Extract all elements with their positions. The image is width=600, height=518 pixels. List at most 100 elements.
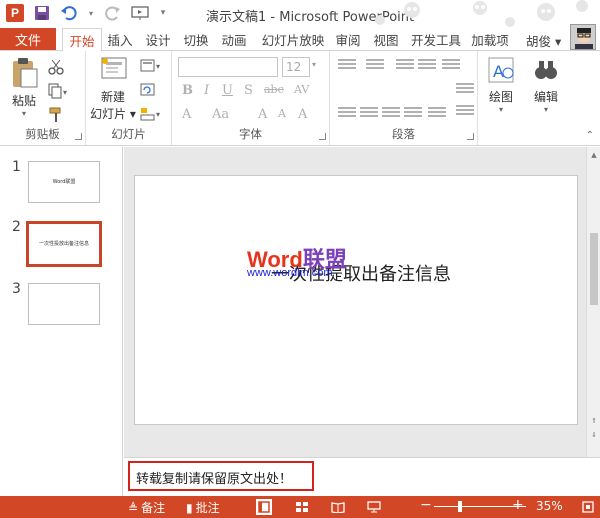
- shadow-icon[interactable]: S: [244, 83, 253, 98]
- slide-thumbnail-pane: 1 Word联盟 2 一次性投放出备注信息 3: [0, 147, 123, 496]
- layout-icon[interactable]: ▾: [140, 59, 160, 73]
- group-clipboard: 粘贴 ▾ ▾ 剪贴板: [0, 51, 86, 145]
- bold-icon[interactable]: B: [182, 83, 193, 98]
- decrease-font-icon[interactable]: A: [278, 107, 286, 120]
- tab-view[interactable]: 视图: [370, 28, 402, 50]
- avatar[interactable]: [570, 24, 596, 50]
- title-bar: P ▾ ▾ 演示文稿1 - Microsoft PowerPoint: [0, 0, 600, 28]
- font-size-dropdown-icon[interactable]: ▾: [312, 60, 316, 69]
- font-launcher-icon[interactable]: [319, 133, 326, 140]
- zoom-in-icon[interactable]: +: [512, 497, 524, 513]
- font-color-icon[interactable]: A: [182, 107, 191, 122]
- slide-number: 1: [12, 159, 21, 175]
- strikethrough-icon[interactable]: abc: [264, 83, 284, 96]
- underline-icon[interactable]: U: [222, 83, 233, 98]
- numbering-icon[interactable]: [366, 59, 384, 73]
- group-slides: 新建 幻灯片 ▾ ▾ ▾ 幻灯片: [86, 51, 172, 145]
- clear-formatting-icon[interactable]: A: [298, 107, 307, 122]
- paste-button[interactable]: 粘贴 ▾: [6, 57, 42, 118]
- comments-toggle-button[interactable]: ▮ 批注: [186, 499, 220, 516]
- shapes-icon: A: [488, 57, 514, 83]
- justify-icon[interactable]: [404, 107, 422, 121]
- tab-animations[interactable]: 动画: [218, 28, 250, 50]
- editing-label: 编辑: [533, 90, 558, 104]
- decrease-indent-icon[interactable]: [396, 59, 414, 73]
- vertical-scrollbar[interactable]: ▲ ⇑ ⇓: [586, 147, 600, 457]
- svg-text:▾: ▾: [63, 88, 67, 97]
- slide-thumbnail[interactable]: [28, 283, 100, 325]
- align-left-icon[interactable]: [338, 107, 356, 121]
- zoom-level[interactable]: 35%: [536, 499, 563, 513]
- notes-pane[interactable]: 转载复制请保留原文出处！: [124, 457, 600, 496]
- tab-insert[interactable]: 插入: [104, 28, 136, 50]
- align-text-icon[interactable]: [456, 105, 474, 119]
- tab-review[interactable]: 审阅: [332, 28, 364, 50]
- format-painter-icon[interactable]: [48, 107, 64, 122]
- quick-access-toolbar: P ▾ ▾: [6, 4, 168, 22]
- slideshow-view-icon[interactable]: [366, 499, 382, 515]
- align-right-icon[interactable]: [382, 107, 400, 121]
- scrollbar-thumb[interactable]: [590, 233, 598, 305]
- undo-icon[interactable]: [60, 4, 78, 22]
- editing-button[interactable]: 编辑 ▾: [528, 55, 564, 114]
- redo-icon[interactable]: [104, 4, 122, 22]
- reading-view-icon[interactable]: [330, 499, 346, 515]
- section-icon[interactable]: ▾: [140, 107, 160, 121]
- comments-toggle-label: 批注: [195, 501, 220, 515]
- tab-transitions[interactable]: 切换: [180, 28, 212, 50]
- slide-sorter-view-icon[interactable]: [294, 499, 310, 515]
- start-slideshow-icon[interactable]: [131, 4, 149, 22]
- slide-thumbnail[interactable]: 一次性投放出备注信息: [26, 221, 102, 267]
- normal-view-icon[interactable]: [256, 499, 272, 515]
- bullets-icon[interactable]: [338, 59, 356, 73]
- zoom-out-icon[interactable]: −: [420, 497, 432, 513]
- tab-design[interactable]: 设计: [142, 28, 174, 50]
- drawing-button[interactable]: A 绘图 ▾: [482, 55, 520, 114]
- notes-toggle-button[interactable]: ≜ 备注: [128, 499, 165, 516]
- new-slide-button[interactable]: 新建 幻灯片 ▾: [90, 55, 136, 122]
- font-size-combo[interactable]: 12: [282, 57, 310, 77]
- clipboard-launcher-icon[interactable]: [75, 133, 82, 140]
- new-slide-label-1: 新建: [100, 90, 125, 104]
- font-name-combo[interactable]: [178, 57, 278, 77]
- prev-slide-icon[interactable]: ⇑: [590, 417, 598, 425]
- slide-thumbnail-text: Word联盟: [52, 179, 76, 185]
- customize-qat-icon[interactable]: ▾: [158, 4, 168, 22]
- font-size-value: 12: [286, 60, 302, 74]
- copy-icon[interactable]: ▾: [48, 83, 67, 99]
- cut-icon[interactable]: [48, 59, 64, 75]
- fit-slide-icon[interactable]: [580, 499, 596, 515]
- columns-icon[interactable]: [428, 107, 446, 121]
- group-paragraph: 段落: [330, 51, 478, 145]
- svg-text:▾: ▾: [156, 110, 160, 119]
- zoom-slider-handle[interactable]: [458, 501, 462, 512]
- slide-number: 2: [12, 219, 21, 235]
- tab-slideshow[interactable]: 幻灯片放映: [258, 28, 328, 50]
- change-case-icon[interactable]: Aa: [212, 107, 229, 122]
- binoculars-icon: [535, 61, 557, 79]
- increase-indent-icon[interactable]: [418, 59, 436, 73]
- italic-icon[interactable]: I: [204, 83, 209, 98]
- user-account-name[interactable]: 胡俊 ▾: [526, 31, 561, 50]
- collapse-ribbon-icon[interactable]: ⌃: [586, 130, 594, 141]
- reset-slide-icon[interactable]: [140, 83, 156, 97]
- scroll-up-icon[interactable]: ▲: [590, 151, 598, 159]
- tab-developer[interactable]: 开发工具: [408, 28, 464, 50]
- paragraph-launcher-icon[interactable]: [467, 133, 474, 140]
- slide-thumbnail[interactable]: Word联盟: [28, 161, 100, 203]
- tab-file[interactable]: 文件: [0, 28, 56, 50]
- text-direction-icon[interactable]: [456, 83, 474, 97]
- notes-text[interactable]: 转载复制请保留原文出处！: [128, 461, 314, 491]
- group-label-slides: 幻灯片: [111, 127, 146, 141]
- next-slide-icon[interactable]: ⇓: [590, 431, 598, 439]
- new-slide-label-2: 幻灯片 ▾: [90, 107, 136, 121]
- tab-addins[interactable]: 加载项: [468, 28, 512, 50]
- increase-font-icon[interactable]: A: [258, 107, 267, 122]
- undo-dropdown-icon[interactable]: ▾: [87, 4, 95, 22]
- save-icon[interactable]: [33, 4, 51, 22]
- slide-canvas[interactable]: 一次性提取出备注信息 Word联盟 www.wordlm.com: [134, 175, 578, 425]
- align-center-icon[interactable]: [360, 107, 378, 121]
- tab-home[interactable]: 开始: [62, 28, 102, 51]
- line-spacing-icon[interactable]: [442, 59, 460, 73]
- char-spacing-icon[interactable]: AV: [294, 83, 309, 96]
